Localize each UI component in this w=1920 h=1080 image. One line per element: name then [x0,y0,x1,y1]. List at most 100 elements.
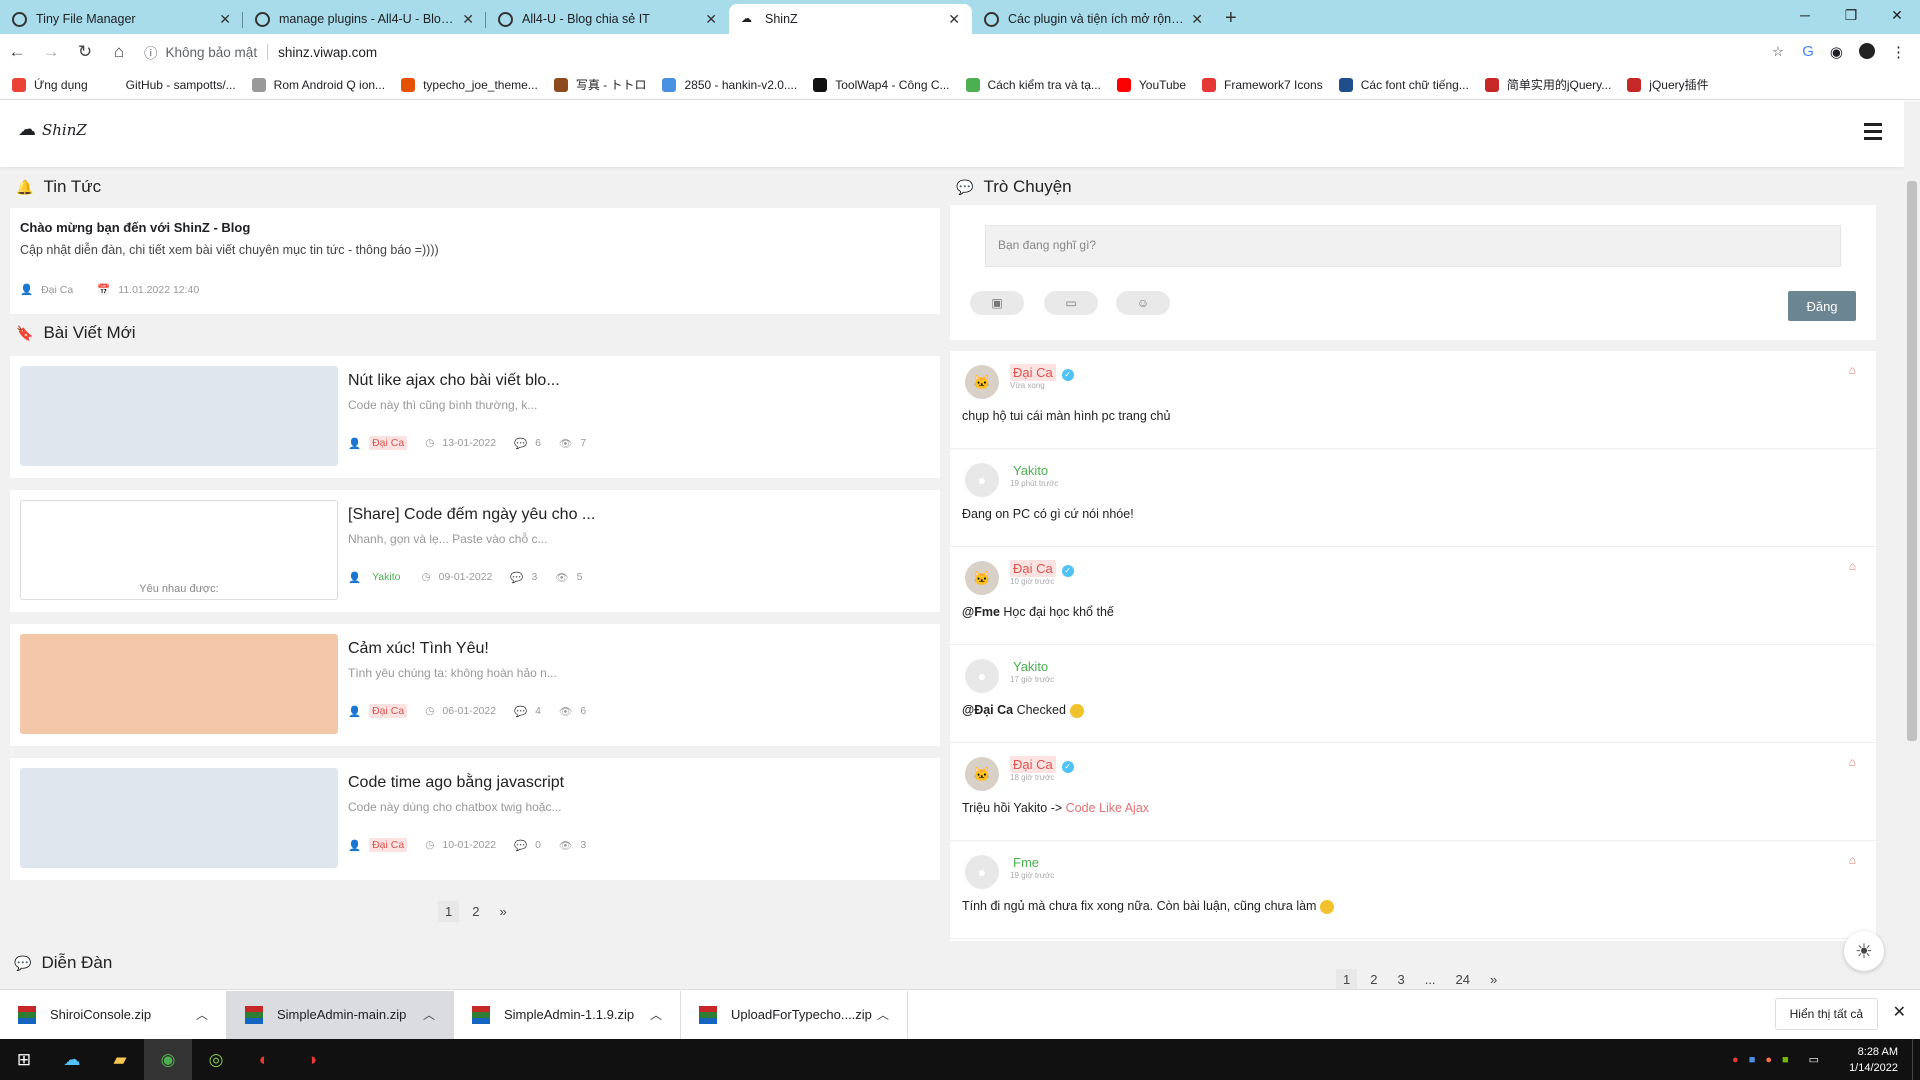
chat-page-link[interactable]: 2 [1363,969,1384,989]
tag-icon[interactable]: ⌂ [1849,363,1856,377]
page-scrollbar[interactable] [1904,101,1920,989]
close-icon[interactable]: ✕ [462,11,474,28]
post-thumbnail[interactable]: Yêu nhau được: [20,500,338,600]
show-desktop-button[interactable] [1912,1039,1920,1080]
post-author[interactable]: Đại Ca [369,704,408,718]
tray-icon[interactable]: ■ [1749,1054,1756,1066]
chrome-icon[interactable]: ◉ [144,1039,192,1080]
message-user[interactable]: Yakito [1010,463,1051,478]
cloud-icon[interactable]: ☁ [48,1039,96,1080]
chat-page-link[interactable]: » [1483,969,1504,989]
mention[interactable]: @Đại Ca [962,703,1013,717]
post-author[interactable]: Đại Ca [369,436,408,450]
close-icon[interactable]: ✕ [1893,1002,1906,1022]
theme-toggle-sun-icon[interactable]: ☀ [1844,931,1884,971]
star-icon[interactable]: ☆ [1772,44,1784,60]
post-title[interactable]: Cảm xúc! Tình Yêu! [348,640,489,658]
clock[interactable]: 8:28 AM 1/14/2022 [1849,1044,1898,1076]
hamburger-menu-icon[interactable] [1864,123,1882,144]
download-item[interactable]: SimpleAdmin-1.1.9.zip ︿ [454,990,681,1039]
tab-plugins[interactable]: Các plugin và tiện ích mở rộng - ✕ [972,4,1215,34]
menu-icon[interactable]: ⋮ [1891,43,1906,61]
bookmark-item[interactable]: GitHub - sampotts/... [103,77,236,92]
chat-page-link[interactable]: 24 [1449,969,1477,989]
post-button[interactable]: Đăng [1788,291,1856,321]
message-user[interactable]: Đại Ca ✓ [1010,756,1074,773]
post-card[interactable]: Code time ago bằng javascript Code này dù… [10,758,940,880]
bookmark-item[interactable]: 简单实用的jQuery... [1484,76,1611,93]
minimize-button[interactable]: ─ [1782,0,1828,30]
bookmark-item[interactable]: jQuery插件 [1627,76,1709,93]
site-logo[interactable]: ☁ ShinZ [18,119,87,140]
chat-page-link[interactable]: 3 [1390,969,1411,989]
glasses-icon[interactable]: ◉ [1830,43,1843,61]
bookmark-item[interactable]: Các font chữ tiếng... [1338,77,1469,92]
emoji-icon[interactable]: ☺ [1116,291,1170,315]
back-icon[interactable]: ← [0,42,34,62]
message-user[interactable]: Fme [1010,855,1042,870]
bookmark-item[interactable]: Ứng dụng [12,77,88,92]
avatar[interactable]: ● [965,659,999,693]
forward-icon[interactable]: → [34,42,68,62]
post-card[interactable]: Cảm xúc! Tình Yêu! Tình yêu chúng ta: khô… [10,624,940,746]
avatar[interactable]: 🐱 [965,365,999,399]
user-name[interactable]: Đại Ca [1010,364,1056,381]
message-user[interactable]: Đại Ca ✓ [1010,364,1074,381]
user-name[interactable]: Yakito [1010,462,1051,479]
close-window-button[interactable]: ✕ [1874,0,1920,30]
scrollbar-thumb[interactable] [1907,181,1917,741]
close-icon[interactable]: ✕ [219,11,231,28]
tag-icon[interactable]: ⌂ [1849,755,1856,769]
message-user[interactable]: Đại Ca ✓ [1010,560,1074,577]
tag-icon[interactable]: ⌂ [1849,559,1856,573]
post-thumbnail[interactable] [20,366,338,466]
tag-icon[interactable]: ⌂ [1849,853,1856,867]
windows-start-icon[interactable]: ⊞ [0,1039,48,1080]
close-icon[interactable]: ✕ [1191,11,1203,28]
news-headline[interactable]: Chào mừng bạn đến với ShinZ - Blog [20,220,930,235]
network-icon[interactable]: ▭ [1809,1053,1819,1066]
post-author[interactable]: Đại Ca [369,838,408,852]
bookmark-item[interactable]: Rom Android Q ion... [251,77,385,92]
close-icon[interactable]: ✕ [948,11,960,28]
avatar[interactable]: ● [965,463,999,497]
bookmark-item[interactable]: YouTube [1116,77,1186,92]
chevron-up-icon[interactable]: ︿ [877,1006,889,1023]
tab-shinz[interactable]: ☁ ShinZ ✕ [729,4,972,34]
folder-icon[interactable]: ▰ [96,1039,144,1080]
download-item[interactable]: ShiroiConsole.zip ︿ [0,990,227,1039]
chat-input[interactable]: Bạn đang nghĩ gì? [985,225,1841,267]
image-upload-icon[interactable]: ▣ [970,291,1024,315]
post-thumbnail[interactable] [20,634,338,734]
post-card[interactable]: Yêu nhau được: [Share] Code đếm ngày yêu … [10,490,940,612]
user-name[interactable]: Đại Ca [1010,756,1056,773]
info-icon[interactable]: ⓘ [144,42,158,62]
bookmark-item[interactable]: Framework7 Icons [1202,77,1323,92]
maximize-button[interactable]: ❐ [1828,0,1874,30]
page-1[interactable]: 1 [438,901,460,922]
user-name[interactable]: Yakito [1010,658,1051,675]
tab-tiny-file-manager[interactable]: Tiny File Manager ✕ [0,4,243,34]
bookmark-item[interactable]: typecho_joe_theme... [401,77,538,92]
app-icon[interactable]: ◐ [240,1039,288,1080]
tray-icon[interactable]: ● [1765,1054,1772,1066]
avatar[interactable] [1859,43,1875,59]
chat-page-link[interactable]: 1 [1336,969,1358,989]
post-author[interactable]: Yakito [369,570,403,584]
tab-manage-plugins[interactable]: manage plugins - All4-U - Blog c ✕ [243,4,486,34]
chevron-up-icon[interactable]: ︿ [650,1006,662,1023]
app-icon[interactable]: ◎ [192,1039,240,1080]
reload-icon[interactable]: ↻ [68,42,102,62]
translate-icon[interactable]: G [1802,43,1814,61]
message-link[interactable]: Code Like Ajax [1066,801,1149,815]
home-icon[interactable]: ⌂ [102,42,136,62]
post-title[interactable]: Code time ago bằng javascript [348,774,564,792]
user-name[interactable]: Đại Ca [1010,560,1056,577]
page-next[interactable]: » [492,901,513,922]
bookmark-item[interactable]: ToolWap4 - Công C... [813,77,950,92]
user-name[interactable]: Fme [1010,854,1042,871]
bookmark-item[interactable]: 2850 - hankin-v2.0.... [662,77,797,92]
chevron-up-icon[interactable]: ︿ [196,1006,208,1023]
tab-all4u[interactable]: All4-U - Blog chia sẻ IT ✕ [486,4,729,34]
chat-page-link[interactable]: ... [1418,969,1443,989]
